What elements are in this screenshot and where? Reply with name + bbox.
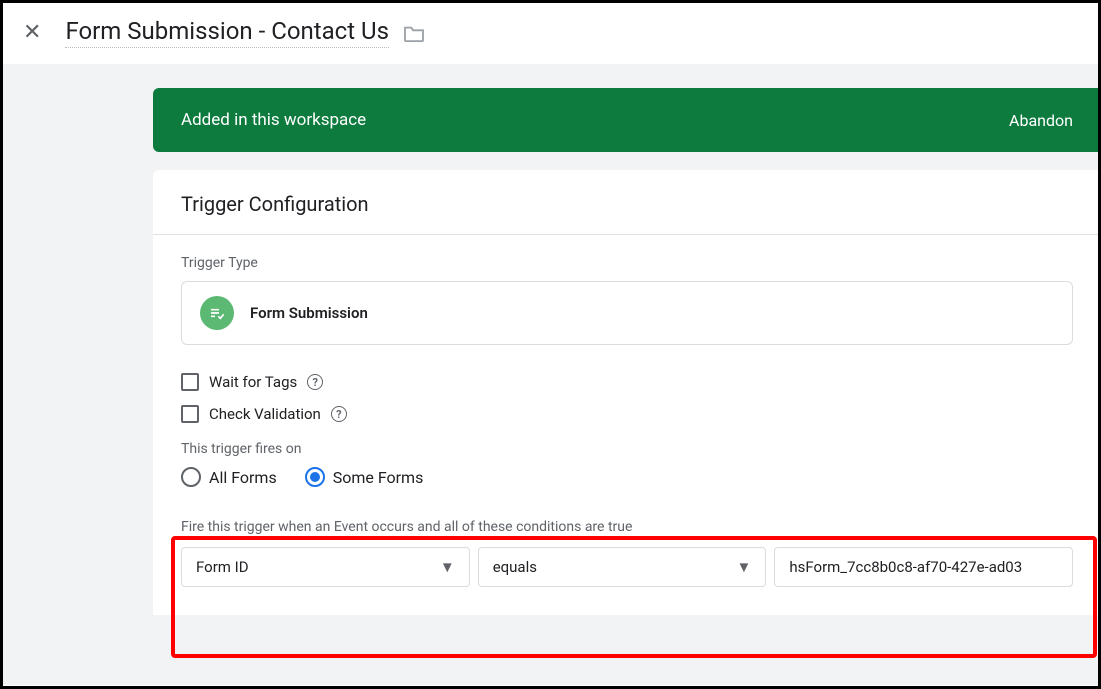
fires-on-label: This trigger fires on [181,441,1073,457]
help-icon[interactable]: ? [307,374,323,390]
condition-label: Fire this trigger when an Event occurs a… [181,519,1073,535]
close-icon[interactable]: ✕ [23,22,41,44]
wait-for-tags-label: Wait for Tags [209,373,297,391]
dropdown-value: Form ID [196,558,249,576]
radio-button[interactable] [181,467,201,487]
wait-for-tags-checkbox[interactable] [181,373,199,391]
radio-label: All Forms [209,468,277,487]
check-validation-checkbox[interactable] [181,405,199,423]
radio-some-forms[interactable]: Some Forms [305,467,424,487]
chevron-down-icon: ▼ [737,558,752,576]
condition-value-input[interactable]: hsForm_7cc8b0c8-af70-427e-ad03 [774,547,1073,587]
content-area: Added in this workspace Abandon Trigger … [3,64,1098,685]
help-icon[interactable]: ? [331,406,347,422]
form-submission-icon [200,296,234,330]
condition-operator-dropdown[interactable]: equals ▼ [478,547,767,587]
page-title[interactable]: Form Submission - Contact Us [65,17,389,48]
trigger-type-name: Form Submission [250,304,368,322]
top-bar: ✕ Form Submission - Contact Us [3,3,1098,64]
trigger-type-label: Trigger Type [181,255,1073,271]
trigger-type-selector[interactable]: Form Submission [181,281,1073,345]
radio-all-forms[interactable]: All Forms [181,467,277,487]
trigger-config-panel: Trigger Configuration Trigger Type Form … [153,170,1101,615]
check-validation-row[interactable]: Check Validation ? [181,405,1073,423]
wait-for-tags-row[interactable]: Wait for Tags ? [181,373,1073,391]
condition-variable-dropdown[interactable]: Form ID ▼ [181,547,470,587]
chevron-down-icon: ▼ [440,558,455,576]
banner-text: Added in this workspace [181,110,366,130]
radio-button[interactable] [305,467,325,487]
radio-label: Some Forms [333,468,424,487]
folder-icon[interactable] [403,24,425,42]
workspace-banner: Added in this workspace Abandon [153,88,1101,152]
abandon-button[interactable]: Abandon [1009,111,1073,130]
fires-on-radio-group: All Forms Some Forms [181,467,1073,487]
input-value: hsForm_7cc8b0c8-af70-427e-ad03 [789,558,1022,576]
panel-title: Trigger Configuration [153,170,1101,235]
check-validation-label: Check Validation [209,405,321,423]
condition-row: Form ID ▼ equals ▼ hsForm_7cc8b0c8-af70-… [181,547,1073,587]
dropdown-value: equals [493,558,537,576]
